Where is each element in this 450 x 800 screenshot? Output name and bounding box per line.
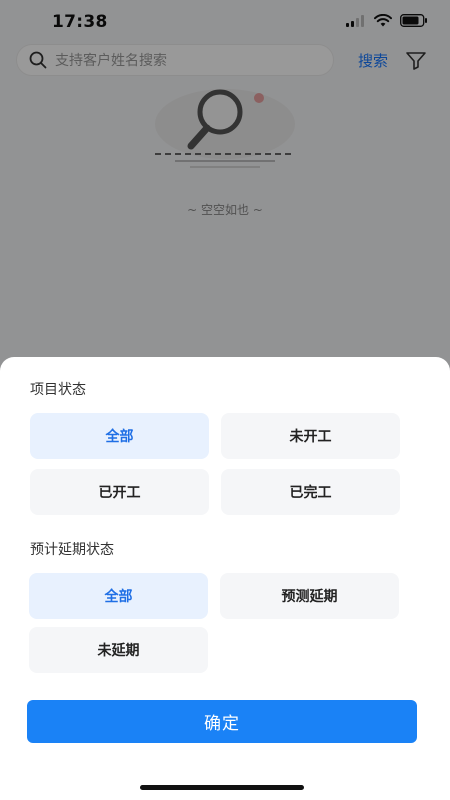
project-status-option-started[interactable]: 已开工 [30,469,209,515]
delay-status-option-not-delayed[interactable]: 未延期 [29,627,208,673]
delay-status-option-all[interactable]: 全部 [29,573,208,619]
confirm-button[interactable]: 确定 [27,700,417,743]
project-status-option-all[interactable]: 全部 [30,413,209,459]
filter-sheet: 项目状态 全部 未开工 已开工 已完工 预计延期状态 全部 预测延期 未延期 确… [0,357,450,800]
project-status-option-not-started[interactable]: 未开工 [221,413,400,459]
project-status-option-completed[interactable]: 已完工 [221,469,400,515]
delay-status-title: 预计延期状态 [30,542,114,558]
delay-status-option-predicted-delay[interactable]: 预测延期 [220,573,399,619]
project-status-title: 项目状态 [30,382,86,398]
home-indicator[interactable] [140,785,304,790]
